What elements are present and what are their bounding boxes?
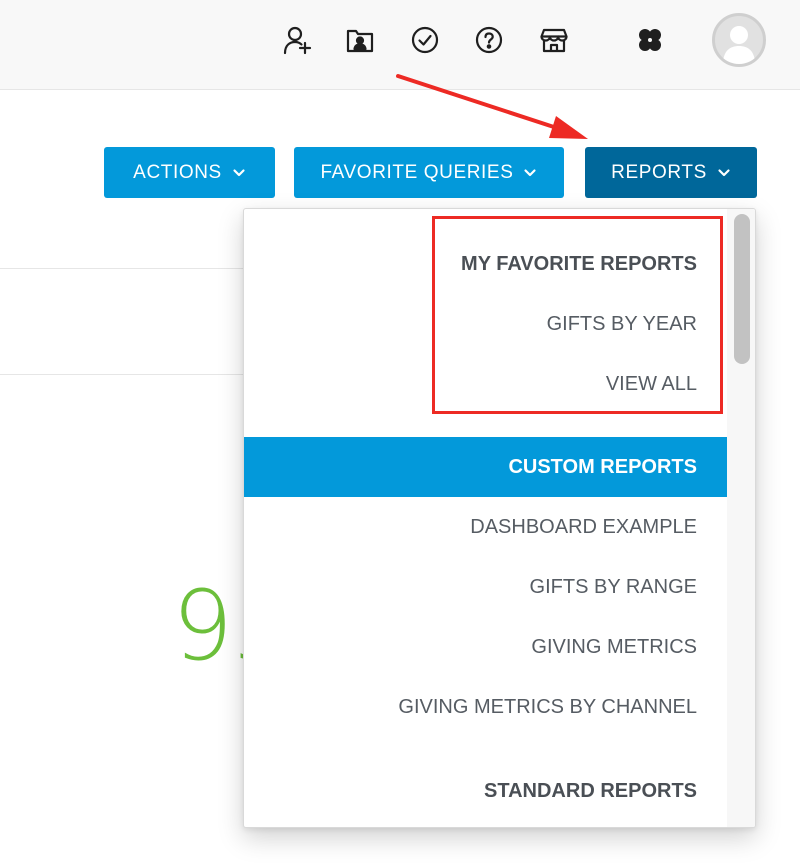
chevron-down-icon: [523, 166, 537, 180]
chevron-down-icon: [717, 166, 731, 180]
actions-button[interactable]: ACTIONS: [104, 147, 275, 198]
menu-header-custom-reports[interactable]: CUSTOM REPORTS: [244, 437, 727, 497]
menu-item-dashboard-example[interactable]: DASHBOARD EXAMPLE: [244, 497, 727, 557]
store-icon[interactable]: [538, 23, 570, 57]
menu-item-gifts-by-range[interactable]: GIFTS BY RANGE: [244, 557, 727, 617]
apps-grid-icon[interactable]: [634, 23, 666, 57]
favorite-queries-button[interactable]: FAVORITE QUERIES: [294, 147, 564, 198]
chevron-down-icon: [232, 166, 246, 180]
reports-dropdown-menu: MY FAVORITE REPORTS GIFTS BY YEAR VIEW A…: [243, 208, 756, 828]
add-person-icon[interactable]: [281, 23, 313, 57]
content-divider: [0, 374, 260, 375]
reports-button[interactable]: REPORTS: [585, 147, 757, 198]
reports-button-label: REPORTS: [611, 161, 707, 183]
contact-folder-icon[interactable]: [344, 23, 376, 57]
menu-item-view-all[interactable]: VIEW ALL: [244, 354, 727, 414]
actions-button-label: ACTIONS: [133, 161, 222, 183]
top-header-bar: [0, 0, 800, 90]
favorite-queries-button-label: FAVORITE QUERIES: [320, 161, 514, 183]
menu-scrollbar-thumb[interactable]: [734, 214, 750, 364]
check-circle-icon[interactable]: [409, 23, 441, 57]
reports-menu-list: MY FAVORITE REPORTS GIFTS BY YEAR VIEW A…: [244, 209, 727, 827]
menu-header-my-favorite-reports: MY FAVORITE REPORTS: [461, 252, 697, 275]
menu-item-gifts-by-year[interactable]: GIFTS BY YEAR: [244, 294, 727, 354]
menu-item-giving-metrics-by-channel[interactable]: GIVING METRICS BY CHANNEL: [244, 677, 727, 737]
menu-header-standard-reports: STANDARD REPORTS: [484, 779, 697, 802]
menu-item-giving-metrics[interactable]: GIVING METRICS: [244, 617, 727, 677]
content-divider: [0, 268, 260, 269]
help-circle-icon[interactable]: [473, 23, 505, 57]
user-avatar-icon[interactable]: [712, 13, 766, 67]
